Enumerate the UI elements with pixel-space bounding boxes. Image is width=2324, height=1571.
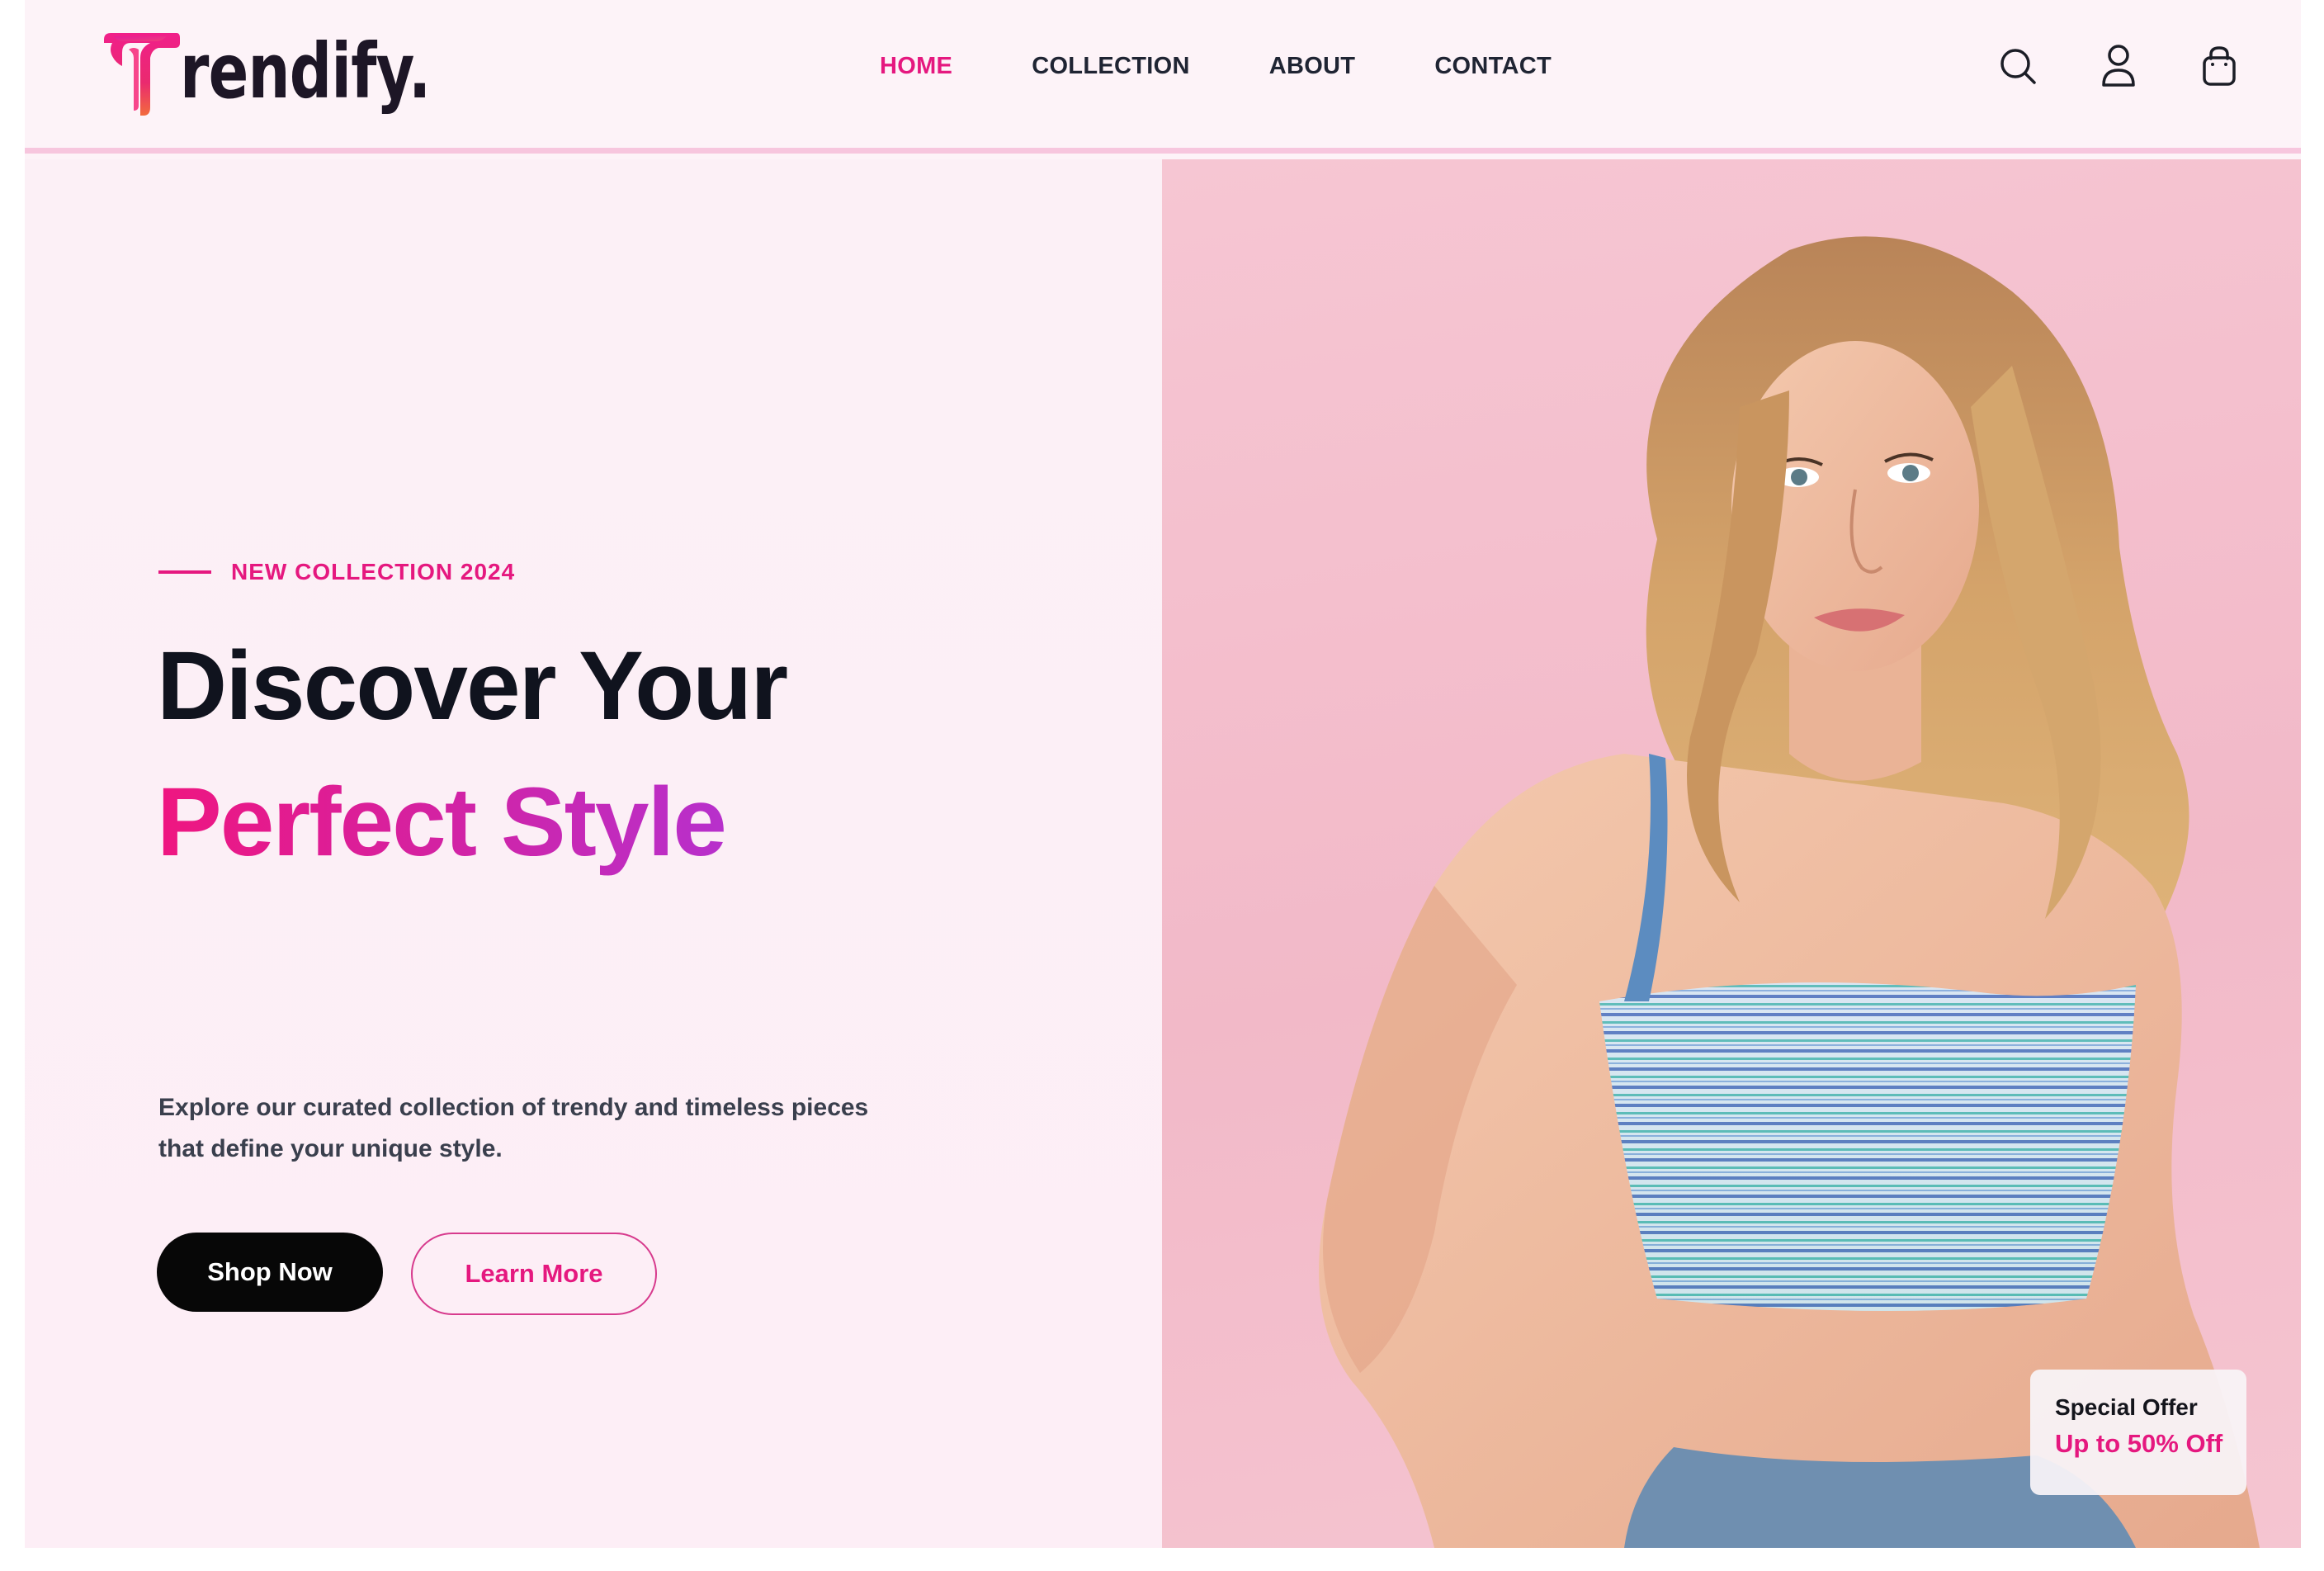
hero-description: Explore our curated collection of trendy…: [158, 1094, 869, 1162]
search-icon[interactable]: [1997, 43, 2038, 89]
hero-title-line1: Discover Your: [157, 632, 788, 741]
shop-now-button[interactable]: Shop Now: [157, 1233, 383, 1312]
offer-subtitle: Up to 50% Off: [2055, 1429, 2223, 1458]
nav-icons: [1997, 43, 2240, 89]
eyebrow-line: [158, 570, 211, 574]
logo-mark-icon: [104, 33, 180, 116]
navbar: rendify. HOME COLLECTION ABOUT CONTACT: [25, 0, 2301, 154]
logo-text: rendify.: [180, 26, 431, 116]
nav-link-about[interactable]: ABOUT: [1269, 53, 1356, 80]
main-nav: HOME COLLECTION ABOUT CONTACT: [880, 53, 1552, 80]
brand-logo[interactable]: rendify.: [97, 21, 501, 121]
shopping-bag-icon[interactable]: [2199, 43, 2240, 89]
landing-page: rendify. HOME COLLECTION ABOUT CONTACT N…: [25, 0, 2301, 1548]
hero-image-panel: Special Offer Up to 50% Off: [1162, 159, 2301, 1548]
special-offer-card[interactable]: Special Offer Up to 50% Off: [2030, 1370, 2246, 1495]
hero-model-image: [1319, 236, 2260, 1548]
offer-title: Special Offer: [2055, 1394, 2198, 1420]
nav-link-home[interactable]: HOME: [880, 53, 952, 80]
hero-title-line2: Perfect Style: [157, 768, 727, 877]
eyebrow-text: NEW COLLECTION 2024: [231, 559, 516, 584]
nav-link-contact[interactable]: CONTACT: [1434, 53, 1552, 80]
user-icon[interactable]: [2098, 43, 2139, 89]
learn-more-button[interactable]: Learn More: [411, 1233, 657, 1315]
hero-text-panel: NEW COLLECTION 2024 Discover Your Perfec…: [25, 159, 1162, 1548]
eyebrow: NEW COLLECTION 2024: [158, 559, 515, 585]
nav-link-collection[interactable]: COLLECTION: [1032, 53, 1190, 80]
